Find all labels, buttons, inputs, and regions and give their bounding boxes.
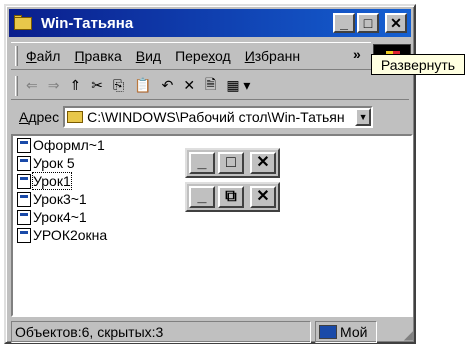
status-objects: Объектов:6, скрытых:3 — [11, 321, 311, 343]
menu-file[interactable]: Файл — [26, 48, 60, 64]
menu-go[interactable]: Переход — [175, 48, 231, 64]
list-item[interactable]: Оформл~1 — [17, 136, 105, 154]
back-icon[interactable]: ⇐ — [26, 77, 38, 94]
address-path: C:\WINDOWS\Рабочий стол\Win-Татьян — [87, 109, 345, 125]
list-item[interactable]: УРОК2окна — [17, 226, 107, 244]
demo-restore-button[interactable]: ⧉ — [218, 186, 244, 208]
demo-maximize-button[interactable]: □ — [218, 152, 244, 174]
resize-grip-icon[interactable]: ◢ — [404, 328, 413, 342]
tooltip: Развернуть — [371, 54, 465, 75]
toolbar: ⇐ ⇒ ⇑ ✂ ⎘ 📋 ↶ ✕ 🗎 ▦ ▾ — [11, 72, 409, 100]
title-bar[interactable]: Win-Татьяна _ □ ✕ — [9, 9, 411, 37]
document-icon — [17, 191, 31, 207]
undo-icon[interactable]: ↶ — [162, 77, 174, 94]
forward-icon[interactable]: ⇒ — [48, 77, 60, 94]
close-button[interactable]: ✕ — [385, 13, 407, 33]
paste-icon[interactable]: 📋 — [134, 77, 151, 94]
demo-button-group-restore: _ ⧉ ✕ — [185, 182, 280, 212]
address-dropdown-button[interactable]: ▼ — [355, 108, 372, 126]
demo-close-button[interactable]: ✕ — [250, 152, 276, 174]
menu-overflow-chevron[interactable]: » — [353, 46, 361, 62]
copy-icon[interactable]: ⎘ — [113, 77, 124, 94]
status-zone: Мой — [315, 321, 377, 343]
address-field[interactable]: C:\WINDOWS\Рабочий стол\Win-Татьян ▼ — [63, 106, 374, 128]
my-computer-icon — [319, 325, 337, 339]
folder-icon — [67, 111, 84, 123]
delete-icon[interactable]: ✕ — [183, 77, 195, 94]
list-item[interactable]: Урок4~1 — [17, 208, 87, 226]
demo-close-button[interactable]: ✕ — [250, 186, 276, 208]
cut-icon[interactable]: ✂ — [91, 77, 103, 94]
address-label: Адрес — [19, 109, 60, 125]
maximize-button[interactable]: □ — [357, 13, 379, 33]
status-bar: Объектов:6, скрытых:3 Мой ◢ — [11, 320, 415, 344]
document-icon — [17, 137, 31, 153]
file-list[interactable]: Оформл~1 Урок 5 Урок1 Урок3~1 Урок4~1 УР… — [11, 134, 413, 317]
document-icon — [17, 209, 31, 225]
list-item[interactable]: Урок3~1 — [17, 190, 87, 208]
window-title: Win-Татьяна — [41, 14, 134, 32]
demo-minimize-button[interactable]: _ — [189, 186, 215, 208]
properties-icon[interactable]: 🗎 — [205, 74, 216, 98]
menu-bar: Файл Правка Вид Переход Избранн — [11, 42, 371, 70]
list-item-selected[interactable]: Урок1 — [17, 172, 72, 190]
menu-edit[interactable]: Правка — [74, 48, 121, 64]
list-item[interactable]: Урок 5 — [17, 154, 75, 172]
toolbar-grip[interactable] — [15, 75, 18, 96]
minimize-button[interactable]: _ — [333, 13, 355, 33]
demo-minimize-button[interactable]: _ — [189, 152, 215, 174]
explorer-window: Win-Татьяна _ □ ✕ Файл Правка Вид Перехо… — [4, 4, 416, 344]
document-icon — [17, 173, 31, 189]
menu-view[interactable]: Вид — [136, 48, 161, 64]
demo-button-group-maximize: _ □ ✕ — [185, 148, 280, 178]
up-folder-icon[interactable]: ⇑ — [69, 77, 81, 94]
folder-icon — [13, 15, 35, 31]
document-icon — [17, 155, 31, 171]
document-icon — [17, 227, 31, 243]
views-icon[interactable]: ▦ ▾ — [226, 77, 250, 94]
menu-favorites[interactable]: Избранн — [245, 48, 300, 64]
menu-grip[interactable] — [15, 46, 18, 66]
address-bar: Адрес C:\WINDOWS\Рабочий стол\Win-Татьян… — [11, 102, 415, 132]
